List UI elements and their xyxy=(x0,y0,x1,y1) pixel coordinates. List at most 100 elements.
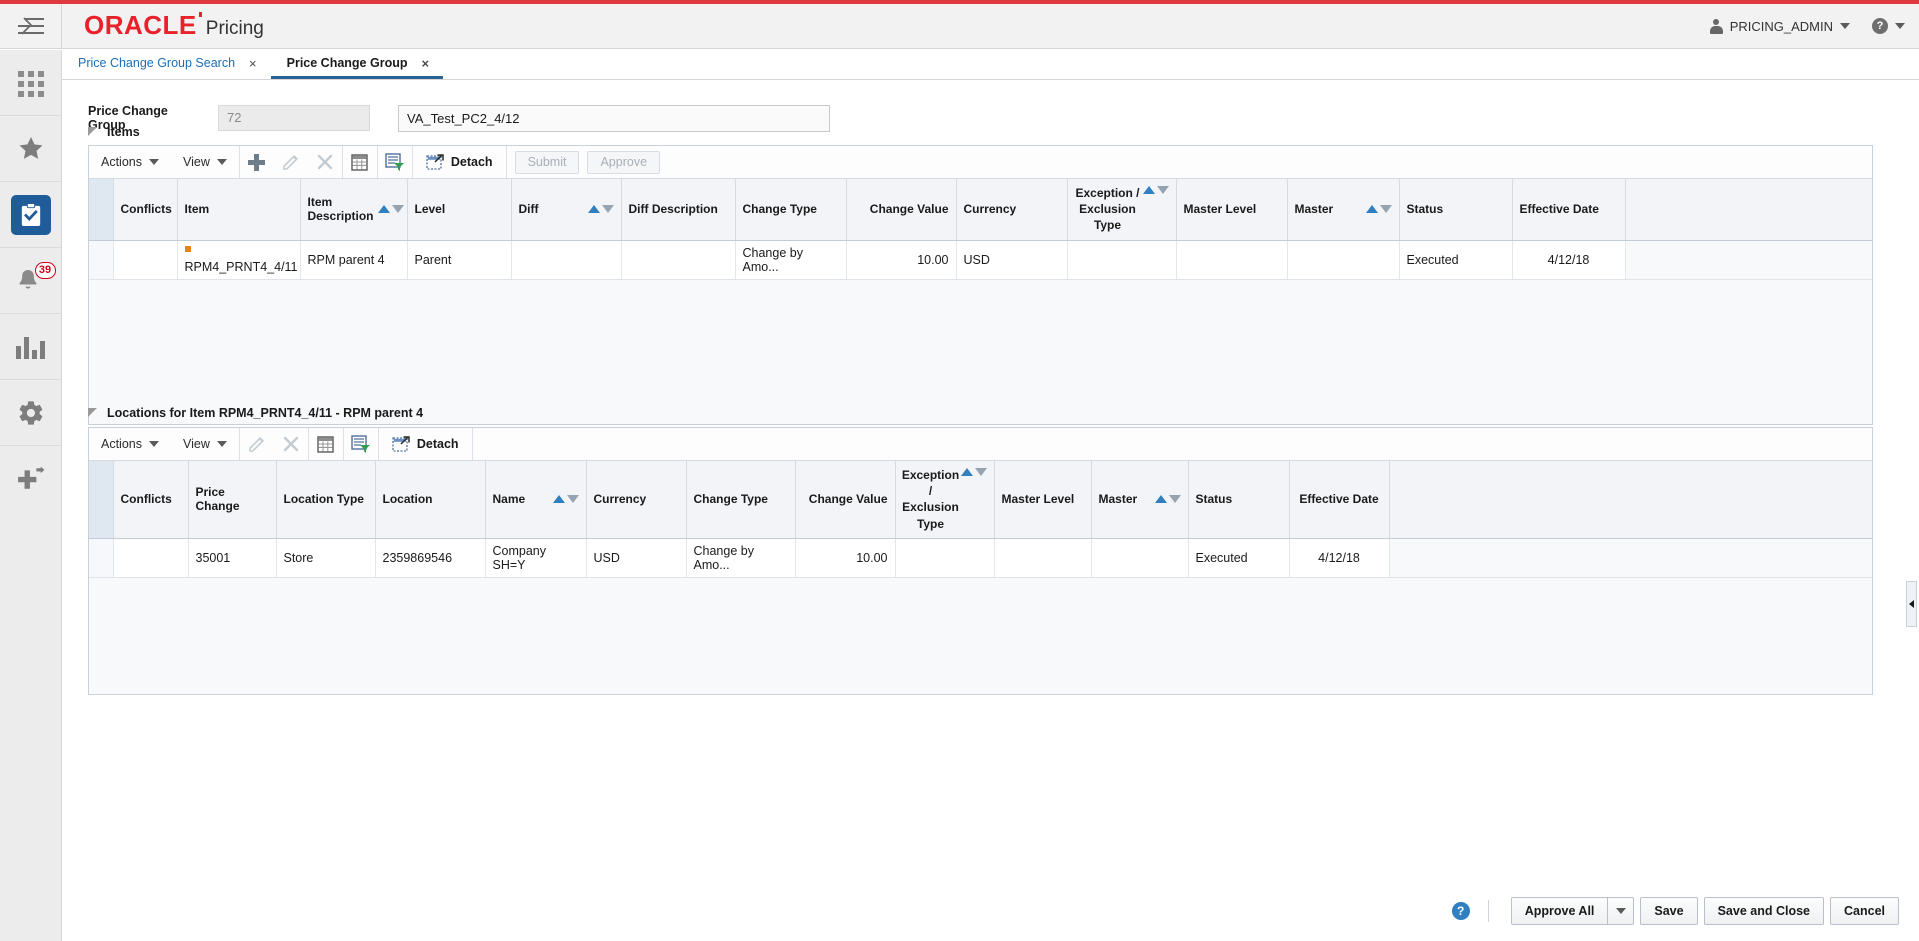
sort-ascending-icon[interactable] xyxy=(588,205,600,213)
locations-col-location-type[interactable]: Location Type xyxy=(276,461,375,538)
items-col-change-value[interactable]: Change Value xyxy=(846,179,956,240)
items-section-title: Items xyxy=(107,125,140,139)
sidebar-item-apps[interactable] xyxy=(0,50,61,116)
locations-detach-button[interactable]: Detach xyxy=(379,428,472,460)
tab-close-icon[interactable]: × xyxy=(421,57,429,70)
locations-col-effective-date[interactable]: Effective Date xyxy=(1289,461,1389,538)
sort-ascending-icon[interactable] xyxy=(1155,495,1167,503)
items-add-row-button[interactable] xyxy=(240,146,274,178)
save-and-close-button[interactable]: Save and Close xyxy=(1704,897,1824,925)
cancel-button[interactable]: Cancel xyxy=(1830,897,1899,925)
locations-col-master[interactable]: Master xyxy=(1091,461,1188,538)
locations-edit-row-button[interactable] xyxy=(240,428,274,460)
items-col-master-level[interactable]: Master Level xyxy=(1176,179,1287,240)
sort-arrows[interactable] xyxy=(1155,495,1181,503)
items-col-change-type[interactable]: Change Type xyxy=(735,179,846,240)
sidebar-item-reports[interactable] xyxy=(0,314,61,380)
tab-price-change-group-search[interactable]: Price Change Group Search × xyxy=(62,50,271,79)
items-delete-row-button[interactable] xyxy=(308,146,342,178)
hamburger-menu-icon[interactable] xyxy=(0,4,62,48)
locations-delete-row-button[interactable] xyxy=(274,428,308,460)
sort-arrows[interactable] xyxy=(553,495,579,503)
locations-col-location[interactable]: Location xyxy=(375,461,485,538)
locations-col-change-value[interactable]: Change Value xyxy=(795,461,895,538)
items-submit-button[interactable]: Submit xyxy=(515,151,580,174)
sort-descending-icon[interactable] xyxy=(1157,186,1169,194)
locations-col-status[interactable]: Status xyxy=(1188,461,1289,538)
locations-col-price-change[interactable]: Price Change xyxy=(188,461,276,538)
sort-descending-icon[interactable] xyxy=(1380,205,1392,213)
help-question-icon[interactable]: ? xyxy=(1872,18,1888,34)
items-disclosure-triangle-icon[interactable] xyxy=(88,127,98,137)
locations-export-spreadsheet-button[interactable] xyxy=(309,428,343,460)
locations-col-master-level[interactable]: Master Level xyxy=(994,461,1091,538)
sidebar-item-settings[interactable] xyxy=(0,380,61,446)
sort-descending-icon[interactable] xyxy=(392,205,404,213)
locations-disclosure-triangle-icon[interactable] xyxy=(88,408,98,418)
sort-descending-icon[interactable] xyxy=(1169,495,1181,503)
items-col-effective-date[interactable]: Effective Date xyxy=(1512,179,1625,240)
sort-ascending-icon[interactable] xyxy=(1366,205,1378,213)
user-name-label[interactable]: PRICING_ADMIN xyxy=(1730,19,1833,34)
locations-actions-menu[interactable]: Actions xyxy=(89,428,171,460)
sort-arrows[interactable] xyxy=(1366,205,1392,213)
right-panel-collapse-handle[interactable] xyxy=(1906,581,1917,627)
sort-descending-icon[interactable] xyxy=(567,495,579,503)
approve-all-dropdown-button[interactable] xyxy=(1608,897,1634,925)
locations-query-filter-button[interactable] xyxy=(344,428,378,460)
sort-arrows[interactable] xyxy=(1143,186,1169,194)
locations-col-name[interactable]: Name xyxy=(485,461,586,538)
items-actions-menu[interactable]: Actions xyxy=(89,146,171,178)
items-approve-button[interactable]: Approve xyxy=(587,151,660,174)
price-change-group-id-field[interactable]: 72 xyxy=(218,105,370,131)
items-col-level[interactable]: Level xyxy=(407,179,511,240)
sort-ascending-icon[interactable] xyxy=(961,468,973,476)
locations-col-change-type[interactable]: Change Type xyxy=(686,461,795,538)
help-menu-chevron-down-icon[interactable] xyxy=(1895,23,1905,29)
locations-row-select-cell[interactable] xyxy=(89,538,113,577)
items-col-status[interactable]: Status xyxy=(1399,179,1512,240)
tab-price-change-group[interactable]: Price Change Group × xyxy=(271,50,443,79)
save-button[interactable]: Save xyxy=(1640,897,1697,925)
sort-descending-icon[interactable] xyxy=(602,205,614,213)
locations-view-menu[interactable]: View xyxy=(171,428,239,460)
table-row[interactable]: 35001 Store 2359869546 Company SH=Y USD … xyxy=(89,538,1872,577)
approve-all-button[interactable]: Approve All xyxy=(1511,897,1609,925)
items-col-currency[interactable]: Currency xyxy=(956,179,1067,240)
items-query-filter-button[interactable] xyxy=(378,146,412,178)
user-menu-chevron-down-icon[interactable] xyxy=(1840,23,1850,29)
sidebar-item-notifications[interactable]: 39 xyxy=(0,248,61,314)
sort-arrows[interactable] xyxy=(378,205,404,213)
locations-col-currency[interactable]: Currency xyxy=(586,461,686,538)
items-select-all-cell[interactable] xyxy=(89,179,113,240)
items-export-spreadsheet-button[interactable] xyxy=(343,146,377,178)
items-col-diff-description[interactable]: Diff Description xyxy=(621,179,735,240)
sort-descending-icon[interactable] xyxy=(975,468,987,476)
items-col-conflicts[interactable]: Conflicts xyxy=(113,179,177,240)
edit-pencil-icon xyxy=(248,435,266,453)
items-detach-button[interactable]: Detach xyxy=(413,146,506,178)
locations-col-conflicts[interactable]: Conflicts xyxy=(113,461,188,538)
price-change-group-name-input[interactable]: VA_Test_PC2_4/12 xyxy=(398,105,830,132)
sort-arrows[interactable] xyxy=(961,468,987,476)
items-col-exception-exclusion-type[interactable]: Exception / Exclusion Type xyxy=(1067,179,1176,240)
footer-help-icon[interactable]: ? xyxy=(1452,902,1470,920)
locations-select-all-cell[interactable] xyxy=(89,461,113,538)
items-view-menu[interactable]: View xyxy=(171,146,239,178)
items-row-select-cell[interactable] xyxy=(89,240,113,279)
sidebar-item-favorites[interactable] xyxy=(0,116,61,182)
items-col-item-description[interactable]: Item Description xyxy=(300,179,407,240)
items-col-diff[interactable]: Diff xyxy=(511,179,621,240)
sort-arrows[interactable] xyxy=(588,205,614,213)
sort-ascending-icon[interactable] xyxy=(553,495,565,503)
items-col-master[interactable]: Master xyxy=(1287,179,1399,240)
sort-ascending-icon[interactable] xyxy=(1143,186,1155,194)
tab-close-icon[interactable]: × xyxy=(249,57,257,70)
table-row[interactable]: RPM4_PRNT4_4/11 RPM parent 4 Parent Chan… xyxy=(89,240,1872,279)
items-edit-row-button[interactable] xyxy=(274,146,308,178)
sidebar-item-add[interactable] xyxy=(0,446,61,512)
items-col-item[interactable]: Item xyxy=(177,179,300,240)
sidebar-item-tasks[interactable] xyxy=(0,182,61,248)
locations-col-exception-exclusion-type[interactable]: Exception / Exclusion Type xyxy=(895,461,994,538)
sort-ascending-icon[interactable] xyxy=(378,205,390,213)
